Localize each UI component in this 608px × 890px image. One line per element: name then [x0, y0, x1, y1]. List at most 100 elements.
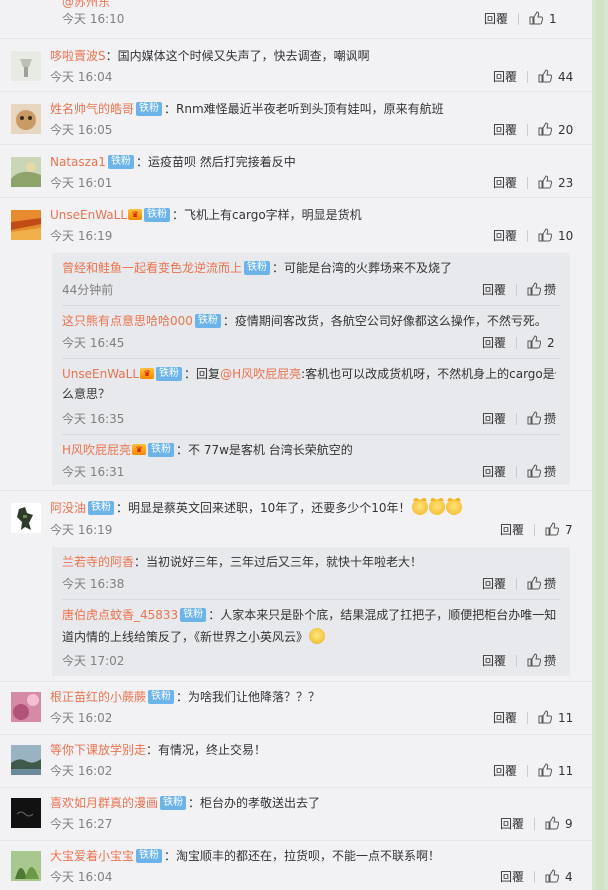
fan-badge[interactable]: 铁粉 — [156, 366, 183, 381]
divider — [518, 13, 519, 25]
fan-badge[interactable]: 铁粉 — [180, 607, 207, 622]
like-button[interactable]: 攒 — [527, 281, 556, 298]
reply-button[interactable]: 回覆 — [482, 464, 506, 480]
comment-time: 今天 16:19 — [50, 229, 113, 243]
like-count: 2 — [547, 336, 555, 350]
like-button[interactable]: 攒 — [527, 463, 556, 480]
comment-username[interactable]: 阿没油 — [50, 501, 86, 515]
avatar[interactable] — [11, 798, 41, 828]
like-button[interactable]: 4 — [545, 868, 573, 885]
fan-badge[interactable]: 铁粉 — [88, 500, 115, 515]
reply-button[interactable]: 回覆 — [500, 869, 524, 885]
comment-text: ：飞机上有cargo字样，明显是货机 — [172, 208, 362, 222]
reply-username[interactable]: 这只熊有点意思哈哈000 — [62, 314, 193, 328]
comment-username[interactable]: 等你下课放学别走 — [50, 743, 146, 757]
fan-badge[interactable]: 铁粉 — [148, 689, 175, 704]
fan-badge[interactable]: 铁粉 — [148, 442, 175, 457]
comment-username[interactable]: 哆啦賣波S — [50, 49, 106, 63]
vip-icon[interactable]: ♛ — [132, 444, 147, 455]
comment-line: 大宝爱着小宝宝 铁粉 ：淘宝顺丰的都还在，拉货呗，不能一点不联系啊！ — [50, 846, 576, 866]
mention-link[interactable]: @H风吹屁屁亮 — [220, 367, 301, 381]
doge-emoji-icon — [445, 498, 462, 515]
like-button[interactable]: 11 — [538, 762, 573, 779]
avatar[interactable] — [11, 51, 41, 81]
like-label: 攒 — [544, 654, 557, 668]
reply-button[interactable]: 回覆 — [493, 710, 517, 726]
reply-username[interactable]: H风吹屁屁亮 — [62, 443, 131, 457]
thumbs-up-icon — [527, 410, 541, 424]
comment-time: 今天 16:05 — [50, 123, 113, 137]
like-button[interactable]: 44 — [538, 68, 573, 85]
reply-item: 兰若寺的阿香：当初说好三年，三年过后又三年，就快十年啦老大！ 今天 16:38 … — [52, 547, 570, 600]
reply-button[interactable]: 回覆 — [482, 576, 506, 592]
reply-button[interactable]: 回覆 — [493, 122, 517, 138]
like-button[interactable]: 攒 — [527, 575, 556, 592]
scrollbar[interactable] — [592, 0, 608, 890]
reply-button[interactable]: 回覆 — [493, 175, 517, 191]
reply-text: ：疫情期间客改货，各航空公司好像都这么操作，不然亏死。 — [222, 314, 547, 328]
like-button[interactable]: 攒 — [527, 652, 557, 669]
reply-thread: 曾经和鲑鱼一起看变色龙逆流而上 铁粉 ：可能是台湾的火葬场来不及烧了 44分钟前 回… — [52, 253, 570, 485]
reply-button[interactable]: 回覆 — [493, 69, 517, 85]
like-button[interactable]: 23 — [538, 174, 573, 191]
divider — [534, 524, 535, 536]
like-button[interactable]: 2 — [527, 334, 555, 351]
reply-button[interactable]: 回覆 — [482, 653, 506, 669]
reply-button[interactable]: 回覆 — [500, 522, 524, 538]
reply-username[interactable]: 曾经和鲑鱼一起看变色龙逆流而上 — [62, 261, 242, 275]
divider — [534, 871, 535, 883]
reply-username[interactable]: 唐伯虎点蚊香_45833 — [62, 608, 178, 622]
comment-item: 大宝爱着小宝宝 铁粉 ：淘宝顺丰的都还在，拉货呗，不能一点不联系啊！ 今天 16:0… — [0, 840, 592, 890]
partial-comment: @苏州东 今天 16:10 回覆 1 — [0, 0, 592, 38]
vip-icon[interactable]: ♛ — [140, 368, 155, 379]
fan-badge[interactable]: 铁粉 — [107, 154, 134, 169]
reply-username[interactable]: UnseEnWaLL — [62, 367, 139, 381]
fan-badge[interactable]: 铁粉 — [136, 848, 163, 863]
vip-icon[interactable]: ♛ — [128, 209, 143, 220]
scrollbar-thumb[interactable] — [596, 0, 604, 890]
comment-item: 喜欢如月群真的漫画 铁粉 ：柜台办的孝敬送出去了 今天 16:27 回覆 9 — [0, 787, 592, 840]
fan-badge[interactable]: 铁粉 — [244, 260, 271, 275]
like-button[interactable]: 11 — [538, 709, 574, 726]
like-button[interactable]: 1 — [529, 10, 557, 27]
like-count: 11 — [558, 711, 574, 725]
like-button[interactable]: 10 — [538, 227, 574, 244]
like-count: 10 — [558, 229, 574, 243]
avatar[interactable] — [11, 157, 41, 187]
thumbs-up-icon — [538, 174, 552, 188]
like-button[interactable]: 7 — [545, 521, 573, 538]
fan-badge[interactable]: 铁粉 — [160, 795, 187, 810]
comment-username[interactable]: UnseEnWaLL — [50, 208, 127, 222]
comment-text: ：明显是蔡英文回来述职，10年了，还要多少个10年！ — [116, 501, 411, 515]
avatar[interactable] — [11, 503, 41, 533]
comment-username[interactable]: @苏州东 — [62, 0, 110, 10]
comment-username[interactable]: 大宝爱着小宝宝 — [50, 849, 134, 863]
fan-badge[interactable]: 铁粉 — [194, 313, 221, 328]
reply-time: 44分钟前 — [62, 283, 114, 297]
like-button[interactable]: 9 — [545, 815, 573, 832]
comment-username[interactable]: 姓名帅气的皓哥 — [50, 102, 134, 116]
avatar[interactable] — [11, 851, 41, 881]
reply-button[interactable]: 回覆 — [493, 228, 517, 244]
thumbs-up-icon — [529, 10, 543, 24]
comment-username[interactable]: Natasza1 — [50, 155, 106, 169]
like-count: 9 — [565, 817, 573, 831]
reply-button[interactable]: 回覆 — [500, 816, 524, 832]
reply-button[interactable]: 回覆 — [482, 282, 506, 298]
like-button[interactable]: 20 — [538, 121, 573, 138]
comment-username[interactable]: 喜欢如月群真的漫画 — [50, 796, 158, 810]
reply-button[interactable]: 回覆 — [482, 411, 506, 427]
fan-badge[interactable]: 铁粉 — [144, 207, 171, 222]
avatar[interactable] — [11, 210, 41, 240]
avatar[interactable] — [11, 692, 41, 722]
reply-button[interactable]: 回覆 — [493, 763, 517, 779]
like-button[interactable]: 攒 — [527, 410, 556, 427]
reply-button[interactable]: 回覆 — [484, 11, 508, 27]
divider — [527, 124, 528, 136]
comment-username[interactable]: 根正苗红的小蕨蕨 — [50, 690, 146, 704]
reply-username[interactable]: 兰若寺的阿香 — [62, 555, 134, 569]
avatar[interactable] — [11, 745, 41, 775]
avatar[interactable] — [11, 104, 41, 134]
reply-button[interactable]: 回覆 — [482, 335, 506, 351]
fan-badge[interactable]: 铁粉 — [136, 101, 163, 116]
